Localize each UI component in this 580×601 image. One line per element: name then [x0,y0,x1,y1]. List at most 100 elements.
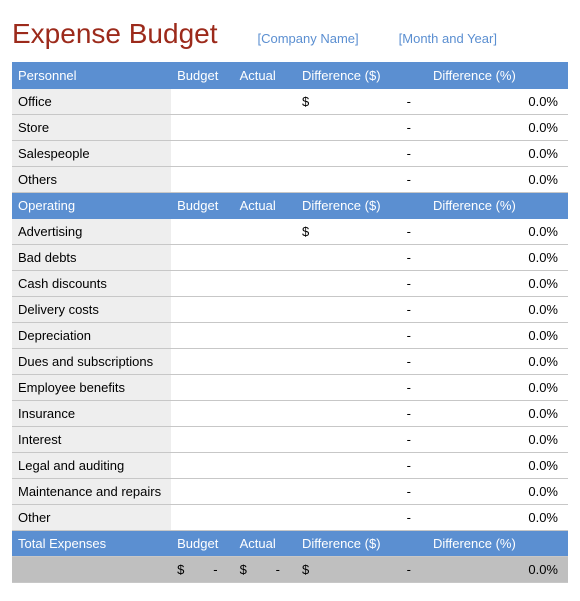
table-row: Other -0.0% [12,505,568,531]
diff-pct-cell: 0.0% [427,245,568,271]
diff-dollar-cell: - [296,505,427,531]
budget-cell[interactable] [171,323,233,349]
diff-dollar-cell: $- [296,89,427,115]
col-actual: Actual [234,63,296,89]
actual-cell[interactable] [234,479,296,505]
total-label: Total Expenses [12,531,171,557]
diff-dollar-cell: - [296,479,427,505]
total-budget: $- [171,557,233,583]
actual-cell[interactable] [234,167,296,193]
table-row: Maintenance and repairs-0.0% [12,479,568,505]
actual-cell[interactable] [234,141,296,167]
table-row: Bad debts -0.0% [12,245,568,271]
total-header: Total ExpensesBudgetActualDifference ($)… [12,531,568,557]
budget-cell[interactable] [171,271,233,297]
actual-cell[interactable] [234,271,296,297]
expense-label: Employee benefits [12,375,171,401]
actual-cell[interactable] [234,297,296,323]
diff-pct-cell: 0.0% [427,271,568,297]
expense-label: Salespeople [12,141,171,167]
total-actual: $- [234,557,296,583]
diff-dollar-cell: - [296,401,427,427]
budget-cell[interactable] [171,167,233,193]
actual-cell[interactable] [234,401,296,427]
budget-cell[interactable] [171,141,233,167]
company-name-placeholder[interactable]: [Company Name] [258,31,359,46]
expense-label: Others [12,167,171,193]
table-row: Insurance-0.0% [12,401,568,427]
budget-cell[interactable] [171,401,233,427]
actual-cell[interactable] [234,89,296,115]
actual-cell[interactable] [234,245,296,271]
table-row: Interest-0.0% [12,427,568,453]
diff-pct-cell: 0.0% [427,89,568,115]
budget-cell[interactable] [171,297,233,323]
budget-cell[interactable] [171,349,233,375]
col-budget: Budget [171,63,233,89]
actual-cell[interactable] [234,427,296,453]
diff-pct-cell: 0.0% [427,297,568,323]
col-actual: Actual [234,193,296,219]
actual-cell[interactable] [234,115,296,141]
col-budget: Budget [171,193,233,219]
expense-label: Store [12,115,171,141]
diff-pct-cell: 0.0% [427,505,568,531]
total-diff-pct: 0.0% [427,557,568,583]
col-diff-pct: Difference (%) [427,193,568,219]
expense-label: Legal and auditing [12,453,171,479]
table-row: Depreciation-0.0% [12,323,568,349]
col-diff-dollar: Difference ($) [296,193,427,219]
budget-cell[interactable] [171,115,233,141]
col-diff-dollar: Difference ($) [296,531,427,557]
table-row: Delivery costs-0.0% [12,297,568,323]
diff-dollar-cell: - [296,375,427,401]
diff-pct-cell: 0.0% [427,141,568,167]
col-diff-dollar: Difference ($) [296,63,427,89]
expense-label: Insurance [12,401,171,427]
diff-dollar-cell: - [296,453,427,479]
diff-dollar-cell: - [296,245,427,271]
actual-cell[interactable] [234,453,296,479]
diff-pct-cell: 0.0% [427,167,568,193]
budget-cell[interactable] [171,505,233,531]
table-row: Dues and subscriptions-0.0% [12,349,568,375]
col-diff-pct: Difference (%) [427,63,568,89]
diff-dollar-cell: - [296,323,427,349]
budget-cell[interactable] [171,427,233,453]
table-row: Cash discounts-0.0% [12,271,568,297]
section-name: Personnel [12,63,171,89]
expense-label: Other [12,505,171,531]
month-year-placeholder[interactable]: [Month and Year] [399,31,497,46]
table-row: Employee benefits-0.0% [12,375,568,401]
header: Expense Budget [Company Name] [Month and… [12,18,568,50]
budget-cell[interactable] [171,453,233,479]
budget-cell[interactable] [171,479,233,505]
actual-cell[interactable] [234,349,296,375]
diff-dollar-cell: - [296,271,427,297]
section-name: Operating [12,193,171,219]
table-row: Salespeople -0.0% [12,141,568,167]
expense-label: Maintenance and repairs [12,479,171,505]
table-row: Advertising$-0.0% [12,219,568,245]
col-actual: Actual [234,531,296,557]
diff-dollar-cell: - [296,427,427,453]
diff-pct-cell: 0.0% [427,219,568,245]
section-header: OperatingBudgetActualDifference ($)Diffe… [12,193,568,219]
budget-cell[interactable] [171,219,233,245]
expense-label: Bad debts [12,245,171,271]
expense-label: Interest [12,427,171,453]
diff-pct-cell: 0.0% [427,323,568,349]
budget-cell[interactable] [171,375,233,401]
diff-dollar-cell: - [296,141,427,167]
col-budget: Budget [171,531,233,557]
budget-cell[interactable] [171,245,233,271]
total-diff-dollar: $- [296,557,427,583]
expense-label: Office [12,89,171,115]
table-row: Office $-0.0% [12,89,568,115]
actual-cell[interactable] [234,219,296,245]
actual-cell[interactable] [234,375,296,401]
actual-cell[interactable] [234,323,296,349]
budget-cell[interactable] [171,89,233,115]
actual-cell[interactable] [234,505,296,531]
total-row: $-$-$-0.0% [12,557,568,583]
